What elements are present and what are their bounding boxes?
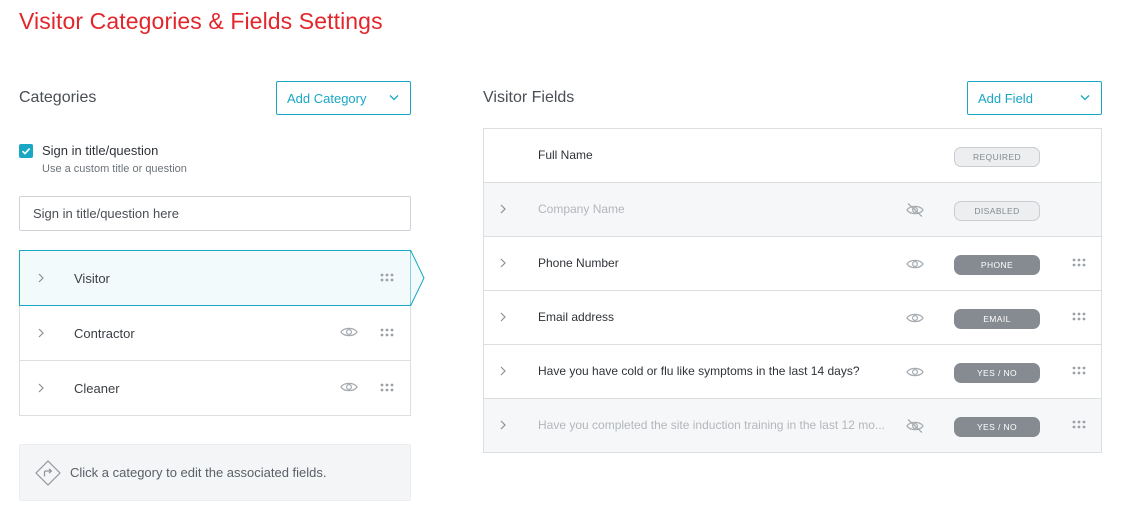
visitor-fields-table: Full Name REQUIRED Company Name DISABLED… bbox=[483, 128, 1102, 453]
page-title: Visitor Categories & Fields Settings bbox=[19, 8, 383, 34]
category-label: Visitor bbox=[74, 271, 110, 286]
eye-off-icon[interactable] bbox=[905, 418, 925, 434]
direction-sign-icon bbox=[35, 460, 61, 486]
sign-in-title-help: Use a custom title or question bbox=[42, 163, 187, 175]
field-row-full-name[interactable]: Full Name REQUIRED bbox=[484, 129, 1101, 183]
drag-handle-icon[interactable] bbox=[380, 273, 394, 282]
eye-icon[interactable] bbox=[340, 381, 358, 393]
chevron-right-icon[interactable] bbox=[38, 273, 44, 283]
drag-handle-icon[interactable] bbox=[1072, 366, 1086, 375]
chevron-right-icon[interactable] bbox=[500, 258, 506, 268]
category-item-visitor[interactable]: Visitor bbox=[19, 250, 411, 306]
active-category-pointer bbox=[410, 249, 425, 307]
sign-in-title-input[interactable] bbox=[19, 196, 411, 231]
drag-handle-icon[interactable] bbox=[380, 383, 394, 392]
category-label: Contractor bbox=[74, 326, 135, 341]
field-row-site-induction-question[interactable]: Have you completed the site induction tr… bbox=[484, 399, 1101, 453]
field-label: Have you completed the site induction tr… bbox=[538, 418, 885, 432]
sign-in-title-label: Sign in title/question bbox=[42, 143, 159, 158]
eye-icon[interactable] bbox=[905, 364, 925, 380]
field-label: Phone Number bbox=[538, 256, 619, 270]
category-label: Cleaner bbox=[74, 381, 120, 396]
chevron-right-icon[interactable] bbox=[38, 328, 44, 338]
chevron-down-icon bbox=[389, 95, 399, 101]
category-hint-text: Click a category to edit the associated … bbox=[70, 465, 327, 480]
chevron-right-icon[interactable] bbox=[500, 312, 506, 322]
field-label: Have you have cold or flu like symptoms … bbox=[538, 364, 860, 378]
sign-in-title-checkbox[interactable] bbox=[19, 144, 33, 158]
field-row-company-name[interactable]: Company Name DISABLED bbox=[484, 183, 1101, 237]
drag-handle-icon[interactable] bbox=[1072, 258, 1086, 267]
add-field-button[interactable]: Add Field bbox=[967, 81, 1102, 115]
add-category-label: Add Category bbox=[287, 90, 367, 106]
eye-icon[interactable] bbox=[905, 256, 925, 272]
category-item-cleaner[interactable]: Cleaner bbox=[19, 361, 411, 416]
field-type-badge: EMAIL bbox=[954, 309, 1040, 329]
add-field-label: Add Field bbox=[978, 90, 1033, 106]
chevron-down-icon bbox=[1080, 95, 1090, 101]
drag-handle-icon[interactable] bbox=[1072, 312, 1086, 321]
field-type-badge: PHONE bbox=[954, 255, 1040, 275]
chevron-right-icon[interactable] bbox=[500, 204, 506, 214]
eye-icon[interactable] bbox=[905, 310, 925, 326]
field-row-cold-flu-question[interactable]: Have you have cold or flu like symptoms … bbox=[484, 345, 1101, 399]
drag-handle-icon[interactable] bbox=[380, 328, 394, 337]
field-label: Full Name bbox=[538, 148, 593, 162]
field-type-badge: YES / NO bbox=[954, 363, 1040, 383]
field-row-phone-number[interactable]: Phone Number PHONE bbox=[484, 237, 1101, 291]
chevron-right-icon[interactable] bbox=[500, 420, 506, 430]
category-hint-box: Click a category to edit the associated … bbox=[19, 444, 411, 501]
drag-handle-icon[interactable] bbox=[1072, 420, 1086, 429]
eye-icon[interactable] bbox=[340, 326, 358, 338]
field-type-badge: YES / NO bbox=[954, 417, 1040, 437]
field-label: Email address bbox=[538, 310, 615, 324]
visitor-fields-heading: Visitor Fields bbox=[483, 89, 575, 106]
field-type-badge: DISABLED bbox=[954, 201, 1040, 221]
chevron-right-icon[interactable] bbox=[500, 366, 506, 376]
category-item-contractor[interactable]: Contractor bbox=[19, 306, 411, 361]
eye-off-icon[interactable] bbox=[905, 202, 925, 218]
check-icon bbox=[21, 148, 31, 155]
chevron-right-icon[interactable] bbox=[38, 383, 44, 393]
field-label: Company Name bbox=[538, 202, 625, 216]
field-type-badge: REQUIRED bbox=[954, 147, 1040, 167]
field-row-email-address[interactable]: Email address EMAIL bbox=[484, 291, 1101, 345]
category-list: Visitor Contractor Cleaner bbox=[19, 250, 411, 416]
categories-heading: Categories bbox=[19, 89, 97, 106]
add-category-button[interactable]: Add Category bbox=[276, 81, 411, 115]
